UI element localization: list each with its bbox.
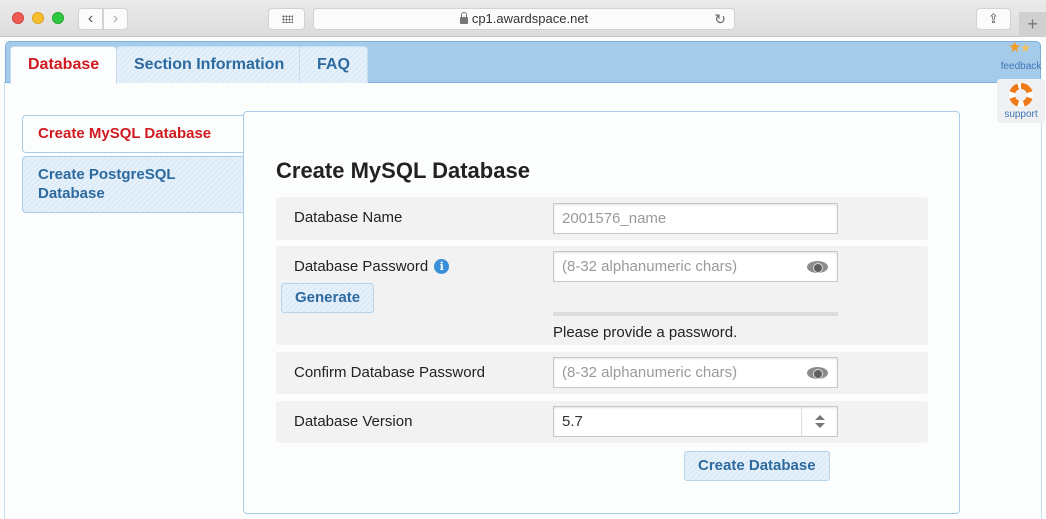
info-icon[interactable]: i [434,259,450,274]
address-bar[interactable]: cp1.awardspace.net ↻ [313,8,735,30]
plus-icon: + [1027,14,1038,34]
main-tabs: Database Section Information FAQ [5,41,1041,84]
new-tab-button[interactable]: + [1019,12,1046,37]
tab-section-information[interactable]: Section Information [116,46,303,83]
confirm-password-input[interactable]: (8-32 alphanumeric chars) [553,357,838,388]
chevron-right-icon: › [112,10,119,27]
minimize-window-button[interactable] [32,12,44,24]
feedback-label: feedback [1000,61,1042,72]
db-name-input[interactable]: 2001576_name [553,203,838,234]
confirm-password-placeholder: (8-32 alphanumeric chars) [562,364,738,381]
url-text: cp1.awardspace.net [471,11,589,26]
tab-database[interactable]: Database [10,46,118,84]
db-password-label: Database Password [294,258,429,275]
sort-arrows-icon [801,407,837,436]
generate-password-button[interactable]: Generate [281,283,375,313]
tab-faq[interactable]: FAQ [299,46,368,83]
create-database-button[interactable]: Create Database [684,451,830,481]
browser-toolbar: ‹ › cp1.awardspace.net ↻ ⇪ + [0,0,1046,37]
lock-icon [459,12,468,24]
db-version-row: Database Version 5.7 [276,401,928,443]
share-icon: ⇪ [988,11,999,26]
page-content: Database Section Information FAQ ★ ★ fee… [0,37,1046,519]
support-label: support [1004,109,1038,120]
star-icon: ★ [1020,41,1031,55]
create-database-panel: Create MySQL Database Database Name 2001… [243,111,960,514]
db-password-row: Database Password i Generate (8-32 alphan… [276,246,928,345]
chevron-left-icon: ‹ [87,10,94,27]
support-widget[interactable]: support [997,79,1045,123]
close-window-button[interactable] [12,12,24,24]
db-version-label: Database Version [294,413,413,430]
forward-button[interactable]: › [103,8,128,30]
db-password-label-group: Database Password i [294,258,450,275]
db-name-row: Database Name 2001576_name [276,197,928,240]
back-button[interactable]: ‹ [78,8,103,30]
db-version-value: 5.7 [562,413,583,430]
grid-icon [282,15,293,23]
reload-icon[interactable]: ↻ [714,9,726,29]
eye-icon[interactable] [807,261,828,273]
page-title: Create MySQL Database [276,158,530,183]
submenu-create-mysql[interactable]: Create MySQL Database [22,115,244,153]
confirm-password-row: Confirm Database Password (8-32 alphanum… [276,352,928,394]
feedback-widget[interactable]: ★ ★ feedback [997,37,1045,74]
password-hint: Please provide a password. [553,324,738,341]
eye-icon[interactable] [807,367,828,379]
submenu-create-postgresql[interactable]: Create PostgreSQL Database [22,156,244,213]
tab-overview-button[interactable] [268,8,305,30]
fullscreen-window-button[interactable] [52,12,64,24]
confirm-password-label: Confirm Database Password [294,364,485,381]
db-password-input[interactable]: (8-32 alphanumeric chars) [553,251,838,282]
db-version-select[interactable]: 5.7 [553,406,838,437]
database-submenu: Create MySQL Database Create PostgreSQL … [22,115,244,216]
password-strength-bar [553,312,838,316]
db-password-placeholder: (8-32 alphanumeric chars) [562,258,738,275]
lifebuoy-icon [1009,83,1033,107]
share-button[interactable]: ⇪ [976,8,1011,30]
db-name-label: Database Name [294,209,403,226]
